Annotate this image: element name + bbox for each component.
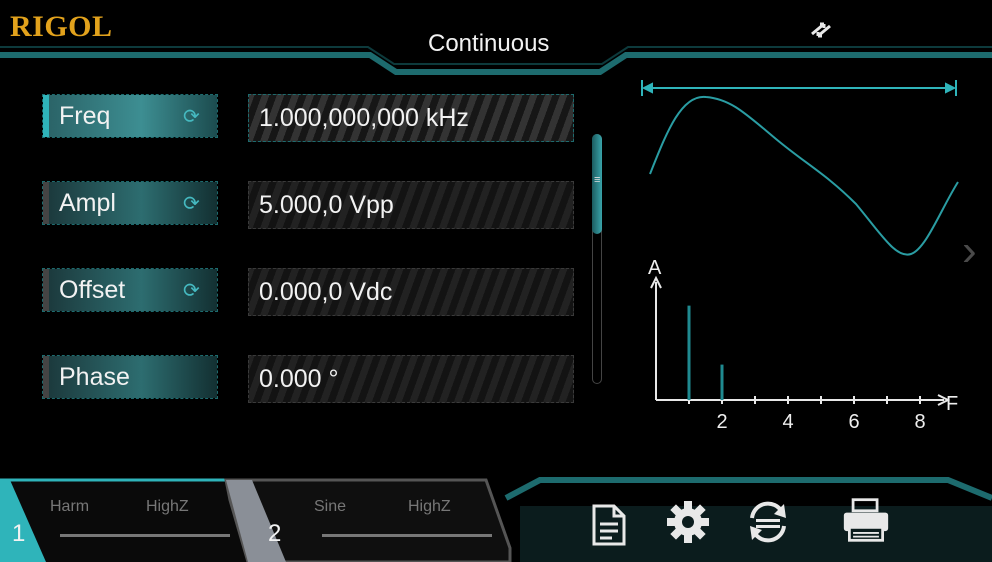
phase-label: Phase (59, 362, 130, 391)
spectrum-tick-label: 2 (716, 411, 727, 433)
gear-icon[interactable] (664, 498, 712, 546)
toggle-cycle-icon: ⟳ (183, 105, 200, 128)
spectrum-tick-label: 6 (848, 411, 859, 433)
ampl-value-field[interactable]: 5.000,0 Vpp (248, 181, 574, 229)
freq-value-field[interactable]: 1.000,000,000 kHz (248, 94, 574, 142)
ampl-label-button[interactable]: Ampl ⟳ (42, 181, 218, 225)
channel-1-tab[interactable] (0, 480, 246, 562)
toggle-cycle-icon: ⟳ (183, 192, 200, 215)
toggle-cycle-icon: ⟳ (183, 279, 200, 302)
offset-label: Offset (59, 275, 126, 304)
utility-sync-icon[interactable] (744, 498, 792, 546)
print-icon[interactable] (842, 496, 890, 544)
freq-label: Freq (59, 101, 111, 130)
offset-label-button[interactable]: Offset ⟳ (42, 268, 218, 312)
spectrum-y-label: A (648, 258, 662, 279)
period-marker (641, 80, 957, 96)
next-page-chevron-icon[interactable]: › (962, 226, 977, 276)
spectrum-tick-label: 8 (914, 411, 925, 433)
spectrum-x-label: F (946, 393, 958, 415)
harmonic-spectrum-chart: A F 2 4 6 8 (648, 258, 958, 433)
waveform-preview (641, 80, 959, 256)
freq-label-button[interactable]: Freq ⟳ (42, 94, 218, 138)
document-icon[interactable] (584, 500, 632, 548)
phase-value-field[interactable]: 0.000 ° (248, 355, 574, 403)
ampl-value: 5.000,0 Vpp (259, 190, 394, 219)
offset-value: 0.000,0 Vdc (259, 277, 393, 306)
harmonic-waveform-trace (649, 95, 959, 256)
channel-2-tab[interactable] (246, 480, 508, 562)
offset-value-field[interactable]: 0.000,0 Vdc (248, 268, 574, 316)
rigol-logo: RIGOL (10, 10, 113, 43)
ampl-label: Ampl (59, 188, 116, 217)
phase-value: 0.000 ° (259, 364, 339, 393)
phase-label-button[interactable]: Phase (42, 355, 218, 399)
scroll-grip-icon: ≡ (594, 174, 601, 186)
spectrum-tick-label: 4 (782, 411, 793, 433)
freq-value: 1.000,000,000 kHz (259, 103, 469, 132)
sync-icon[interactable] (804, 10, 840, 46)
run-mode-label: Continuous (428, 30, 550, 57)
